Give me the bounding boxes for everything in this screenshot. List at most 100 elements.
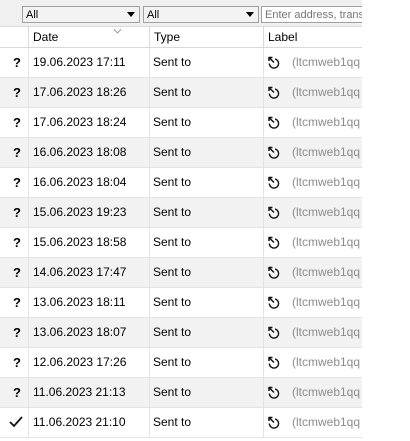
date-filter-value: All [26,9,39,21]
label-cell: (ltcmweb1qq [267,318,362,347]
status-cell: ? [0,78,28,107]
column-header-status[interactable] [0,27,28,47]
column-header-type[interactable]: Type [149,27,263,47]
cell-divider [149,408,150,437]
status-cell: ? [0,318,28,347]
type-cell: Sent to [153,355,192,369]
type-cell: Sent to [153,85,192,99]
label-cell: (ltcmweb1qq [267,258,362,287]
chevron-down-icon [127,12,135,17]
cell-divider [263,138,264,167]
question-mark-icon: ? [13,55,21,70]
cell-divider [28,198,29,227]
table-row[interactable]: ? 14.06.2023 17:47 Sent to (ltcmweb1qq [0,258,362,288]
cell-divider [263,48,264,77]
cell-divider [149,78,150,107]
label-cell: (ltcmweb1qq [267,138,362,167]
table-row[interactable]: ? 16.06.2023 18:04 Sent to (ltcmweb1qq [0,168,362,198]
type-cell: Sent to [153,415,192,429]
sent-arrow-icon [268,266,280,279]
cell-divider [149,138,150,167]
type-cell: Sent to [153,55,192,69]
label-cell: (ltcmweb1qq [267,348,362,377]
cell-divider [263,168,264,197]
cell-divider [149,228,150,257]
label-cell: (ltcmweb1qq [267,408,362,437]
type-filter-dropdown[interactable]: All [143,6,259,23]
type-cell: Sent to [153,385,192,399]
question-mark-icon: ? [13,295,21,310]
label-text: (ltcmweb1qq [292,325,361,339]
cell-divider [149,48,150,77]
cell-divider [149,108,150,137]
label-text: (ltcmweb1qq [292,295,361,309]
column-header-date[interactable]: Date [28,25,149,47]
type-cell: Sent to [153,145,192,159]
sent-arrow-icon [268,86,280,99]
question-mark-icon: ? [13,385,21,400]
type-cell: Sent to [153,265,192,279]
cell-divider [28,78,29,107]
table-row[interactable]: ? 19.06.2023 17:11 Sent to (ltcmweb1qq [0,48,362,78]
date-filter-dropdown[interactable]: All [22,6,140,23]
status-cell: ? [0,48,28,77]
status-cell: ? [0,198,28,227]
table-row[interactable]: ? 13.06.2023 18:07 Sent to (ltcmweb1qq [0,318,362,348]
cell-divider [263,378,264,407]
table-row[interactable]: ? 12.06.2023 17:26 Sent to (ltcmweb1qq [0,348,362,378]
question-mark-icon: ? [13,85,21,100]
date-cell: 12.06.2023 17:26 [33,355,127,369]
label-cell: (ltcmweb1qq [267,378,362,407]
cell-divider [263,228,264,257]
cell-divider [149,348,150,377]
cell-divider [263,408,264,437]
cell-divider [149,318,150,347]
sent-arrow-icon [268,146,280,159]
label-text: (ltcmweb1qq [292,115,361,129]
cell-divider [28,408,29,437]
table-row[interactable]: ? 13.06.2023 18:11 Sent to (ltcmweb1qq [0,288,362,318]
status-cell: ? [0,378,28,407]
date-cell: 15.06.2023 19:23 [33,205,127,219]
date-cell: 14.06.2023 17:47 [33,265,127,279]
label-cell: (ltcmweb1qq [267,78,362,107]
empty-area [362,0,410,441]
date-cell: 11.06.2023 21:13 [33,385,126,399]
column-header-label[interactable]: Label [263,27,362,47]
cell-divider [263,288,264,317]
table-row[interactable]: ? 15.06.2023 18:58 Sent to (ltcmweb1qq [0,228,362,258]
sent-arrow-icon [268,416,280,429]
table-row[interactable]: ? 15.06.2023 19:23 Sent to (ltcmweb1qq [0,198,362,228]
status-cell: ? [0,258,28,287]
label-text: (ltcmweb1qq [292,415,361,429]
type-cell: Sent to [153,175,192,189]
table-row[interactable]: ? 16.06.2023 18:08 Sent to (ltcmweb1qq [0,138,362,168]
filter-bar: All All [0,0,362,27]
table-row[interactable]: ? 11.06.2023 21:13 Sent to (ltcmweb1qq [0,378,362,408]
search-input[interactable] [261,6,362,23]
table-row[interactable]: ? 17.06.2023 18:26 Sent to (ltcmweb1qq [0,78,362,108]
column-header-date-label: Date [33,30,59,44]
cell-divider [28,168,29,197]
question-mark-icon: ? [13,325,21,340]
label-text: (ltcmweb1qq [292,85,361,99]
type-cell: Sent to [153,295,192,309]
cell-divider [28,258,29,287]
sent-arrow-icon [268,296,280,309]
sent-arrow-icon [268,356,280,369]
question-mark-icon: ? [13,265,21,280]
table-row[interactable]: 11.06.2023 21:10 Sent to (ltcmweb1qq [0,408,362,438]
date-cell: 17.06.2023 18:24 [33,115,127,129]
label-cell: (ltcmweb1qq [267,288,362,317]
table-row[interactable]: ? 17.06.2023 18:24 Sent to (ltcmweb1qq [0,108,362,138]
cell-divider [263,198,264,227]
status-cell: ? [0,168,28,197]
label-text: (ltcmweb1qq [292,385,361,399]
cell-divider [28,138,29,167]
cell-divider [263,348,264,377]
table-header: Date Type Label [0,25,362,48]
sent-arrow-icon [268,236,280,249]
chevron-down-icon [246,12,254,17]
cell-divider [28,318,29,347]
status-cell: ? [0,348,28,377]
